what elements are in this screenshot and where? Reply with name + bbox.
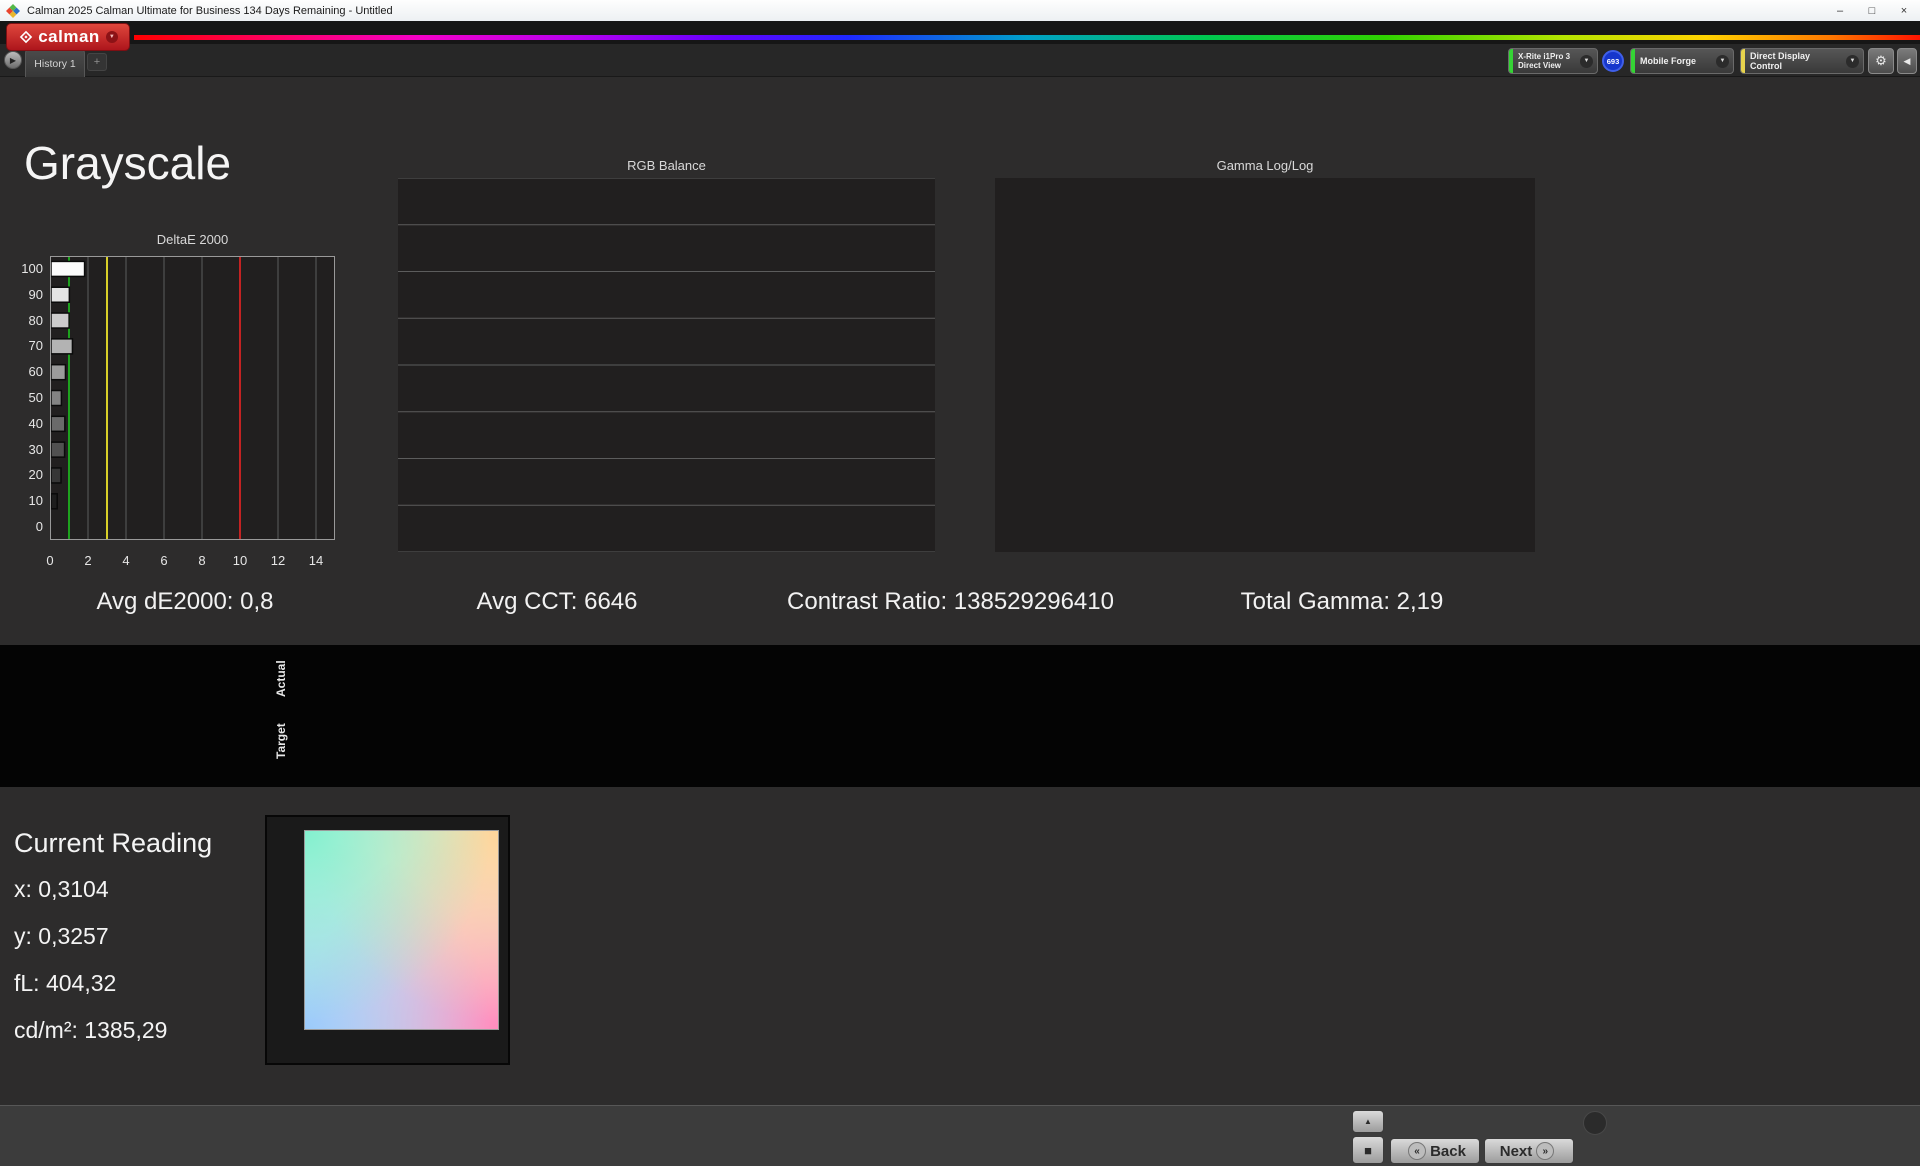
chevron-down-icon: ▼	[1580, 55, 1593, 68]
axis-tick-label: 2	[76, 552, 100, 570]
back-arrow-icon: «	[1408, 1142, 1426, 1160]
page-title: Grayscale	[24, 136, 231, 190]
toolbar: ▶ History 1 + X-Rite i1Pro 3 Direct View…	[0, 44, 1920, 77]
workflow-nav-button[interactable]: ▶	[4, 51, 22, 69]
axis-tick-label: 80	[29, 312, 43, 330]
grayscale-swatch-band: Actual Target	[0, 645, 1920, 787]
close-button[interactable]: ×	[1888, 0, 1920, 21]
status-lamp-icon	[1583, 1111, 1607, 1135]
pattern-window-up-button[interactable]: ▲	[1352, 1110, 1384, 1133]
deltae-chart-title: DeltaE 2000	[50, 232, 335, 247]
axis-tick-label: 70	[29, 337, 43, 355]
calman-logo-text: calman	[38, 27, 100, 47]
display-control-dropdown[interactable]: Direct Display Control ▼	[1740, 48, 1864, 74]
axis-tick-label: 20	[29, 466, 43, 484]
gamma-line-chart	[995, 178, 1535, 552]
axis-tick-label: 50	[29, 389, 43, 407]
axis-tick-label: 14	[304, 552, 328, 570]
stat-avg-cct: Avg CCT: 6646	[407, 588, 707, 616]
window-title: Calman 2025 Calman Ultimate for Business…	[27, 5, 393, 17]
chevron-left-icon: ◀	[1904, 56, 1911, 67]
app-logo-icon	[6, 4, 20, 18]
axis-tick-label: 90	[29, 286, 43, 304]
axis-tick-label: 100	[21, 260, 43, 278]
axis-tick-label: 10	[228, 552, 252, 570]
source-dropdown[interactable]: Mobile Forge ▼	[1630, 48, 1734, 74]
deltae-y-axis: 1009080706050403020100	[6, 256, 46, 540]
cie-chart-overlay	[305, 831, 498, 1029]
calman-diamond-icon	[18, 29, 34, 45]
cie-chart-panel	[265, 815, 510, 1065]
axis-tick-label: 0	[38, 552, 62, 570]
cie-chart-plot	[304, 830, 499, 1030]
deltae-x-axis: 02468101214	[50, 552, 350, 568]
axis-tick-label: 10	[29, 492, 43, 510]
axis-tick-label: 30	[29, 441, 43, 459]
next-button-label: Next	[1500, 1143, 1533, 1160]
source-dropdown-label: Mobile Forge	[1635, 56, 1716, 66]
reading-y: y: 0,3257	[14, 923, 109, 950]
brand-bar: calman ▼	[0, 21, 1920, 44]
stat-total-gamma: Total Gamma: 2,19	[1192, 588, 1492, 616]
calman-menu-button[interactable]: calman ▼	[6, 23, 130, 51]
collapse-panel-button[interactable]: ◀	[1897, 48, 1917, 74]
target-row-label: Target	[274, 712, 288, 770]
current-reading-title: Current Reading	[14, 828, 212, 859]
meter-dropdown-label: X-Rite i1Pro 3 Direct View	[1513, 52, 1580, 70]
axis-tick-label: 40	[29, 415, 43, 433]
reading-x: x: 0,3104	[14, 876, 109, 903]
rgb-y-axis	[354, 178, 394, 552]
gear-icon: ⚙	[1875, 53, 1887, 69]
tab-label: History 1	[34, 58, 75, 70]
play-icon: ▶	[10, 56, 16, 65]
reading-fl: fL: 404,32	[14, 970, 116, 997]
gamma-y-axis	[951, 178, 991, 552]
pattern-window-button[interactable]: ■	[1352, 1136, 1384, 1164]
tab-history-1[interactable]: History 1	[25, 49, 85, 77]
add-tab-button[interactable]: +	[87, 53, 107, 71]
reading-cdm2: cd/m²: 1385,29	[14, 1017, 167, 1044]
axis-tick-label: 60	[29, 363, 43, 381]
settings-button[interactable]: ⚙	[1868, 48, 1894, 74]
chevron-down-icon: ▼	[1846, 55, 1859, 68]
window-titlebar: Calman 2025 Calman Ultimate for Business…	[0, 0, 1920, 22]
axis-tick-label: 8	[190, 552, 214, 570]
plus-icon: +	[94, 56, 100, 68]
deltae-bar-chart	[50, 256, 335, 540]
window-controls: – □ ×	[1824, 0, 1920, 21]
maximize-button[interactable]: □	[1856, 0, 1888, 21]
pattern-window-icon: ■	[1364, 1143, 1372, 1158]
cie-y-axis	[267, 830, 300, 1030]
chevron-down-icon: ▼	[1716, 55, 1729, 68]
rgb-chart-title: RGB Balance	[398, 158, 935, 173]
stat-contrast-ratio: Contrast Ratio: 138529296410	[758, 588, 1143, 616]
chevron-down-icon: ▼	[106, 31, 118, 43]
next-arrow-icon: »	[1536, 1142, 1554, 1160]
rgb-x-axis	[398, 556, 958, 572]
back-button-label: Back	[1430, 1143, 1466, 1160]
back-button[interactable]: « Back	[1390, 1138, 1480, 1164]
next-button[interactable]: Next »	[1484, 1138, 1574, 1164]
up-arrow-icon: ▲	[1364, 1117, 1372, 1126]
axis-tick-label: 0	[36, 518, 43, 536]
axis-tick-label: 6	[152, 552, 176, 570]
stat-avg-de2000: Avg dE2000: 0,8	[35, 588, 335, 616]
rgb-balance-line-chart	[398, 178, 935, 552]
meter-dropdown[interactable]: X-Rite i1Pro 3 Direct View ▼	[1508, 48, 1598, 74]
axis-tick-label: 12	[266, 552, 290, 570]
minimize-button[interactable]: –	[1824, 0, 1856, 21]
gamma-x-axis	[995, 556, 1555, 572]
meter-count-badge: 693	[1602, 50, 1624, 72]
pattern-bottom-bar: ▲ ■ « Back Next »	[0, 1105, 1920, 1166]
calman-app-window: Calman 2025 Calman Ultimate for Business…	[0, 0, 1920, 1166]
display-control-dropdown-label: Direct Display Control	[1745, 51, 1846, 72]
cie-x-axis	[304, 1033, 499, 1049]
actual-row-label: Actual	[274, 650, 288, 708]
gamma-chart-title: Gamma Log/Log	[995, 158, 1535, 173]
spectrum-strip	[134, 35, 1920, 40]
axis-tick-label: 4	[114, 552, 138, 570]
